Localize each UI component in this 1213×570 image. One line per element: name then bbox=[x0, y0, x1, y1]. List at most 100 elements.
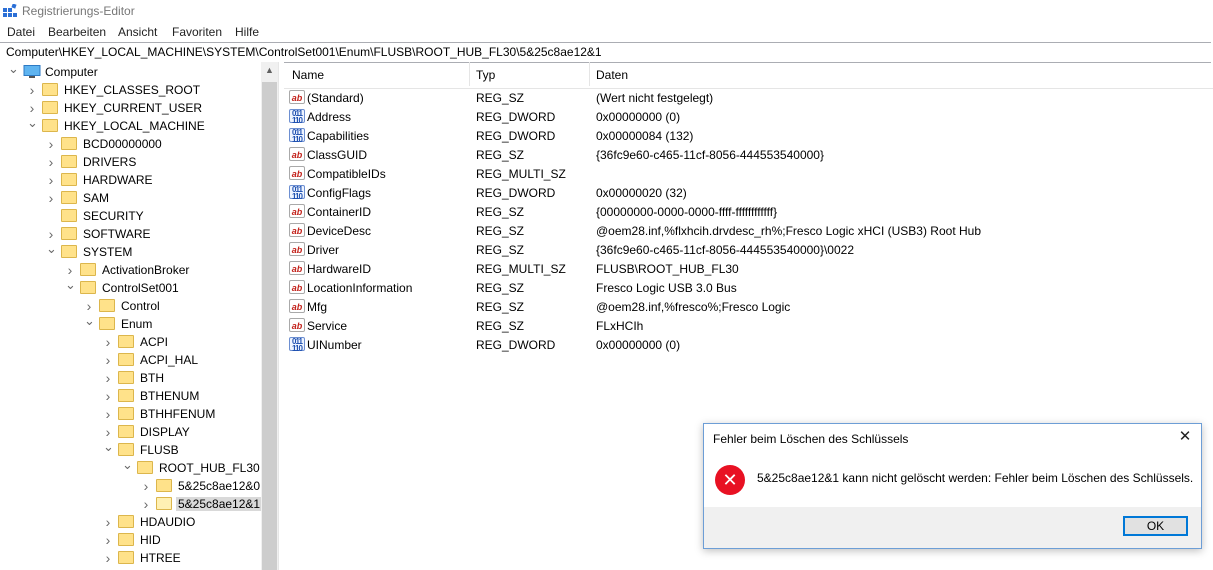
tree-item-label: Enum bbox=[121, 317, 153, 331]
chevron-right-icon[interactable]: › bbox=[141, 495, 151, 513]
tree-item[interactable]: ⌄ Enum bbox=[0, 314, 261, 333]
key-tree[interactable]: ⌄ Computer › HKEY_CLASSES_ROOT › HKEY_CURRENT… bbox=[0, 62, 261, 570]
chevron-right-icon[interactable]: › bbox=[27, 81, 37, 99]
tree-scrollbar[interactable]: ▲ bbox=[261, 62, 278, 570]
tree-item[interactable]: › HKEY_CURRENT_USER bbox=[0, 99, 261, 117]
tree-item[interactable]: › HKEY_CLASSES_ROOT bbox=[0, 81, 261, 99]
scroll-up-arrow-icon[interactable]: ▲ bbox=[261, 62, 278, 79]
tree-item[interactable]: › 5&25c8ae12&0 bbox=[0, 477, 261, 495]
menu-ansicht[interactable]: Ansicht bbox=[118, 25, 157, 39]
chevron-right-icon[interactable]: › bbox=[46, 171, 56, 189]
chevron-right-icon[interactable]: › bbox=[103, 549, 113, 567]
chevron-right-icon[interactable]: › bbox=[103, 351, 113, 369]
tree-item-label: HARDWARE bbox=[83, 173, 153, 187]
value-row[interactable]: 011 110 ConfigFlags REG_DWORD 0x00000020 (32… bbox=[284, 183, 1213, 202]
tree-item[interactable]: › HTREE bbox=[0, 549, 261, 567]
address-path[interactable]: Computer\HKEY_LOCAL_MACHINE\SYSTEM\Contr… bbox=[6, 45, 602, 59]
string-value-icon: ab bbox=[289, 223, 305, 237]
binary-value-icon: 011 110 bbox=[289, 337, 305, 353]
chevron-right-icon[interactable]: › bbox=[141, 477, 151, 495]
tree-item-label: 5&25c8ae12&1 bbox=[176, 497, 261, 511]
value-type: REG_MULTI_SZ bbox=[476, 262, 566, 276]
value-row[interactable]: ab Mfg REG_SZ @oem28.inf,%fresco%;Fresco Lo… bbox=[284, 297, 1213, 316]
tree-item-label: HTREE bbox=[140, 551, 181, 565]
chevron-down-icon[interactable]: ⌄ bbox=[65, 278, 76, 297]
menu-bearbeiten[interactable]: Bearbeiten bbox=[48, 25, 106, 39]
tree-item[interactable]: ⌄ ControlSet001 bbox=[0, 278, 261, 297]
folder-icon bbox=[99, 317, 115, 330]
column-divider[interactable] bbox=[469, 62, 470, 86]
chevron-right-icon[interactable]: › bbox=[103, 513, 113, 531]
chevron-right-icon[interactable]: › bbox=[103, 405, 113, 423]
string-value-icon: ab bbox=[289, 90, 305, 104]
value-row[interactable]: 011 110 UINumber REG_DWORD 0x00000000 (0) bbox=[284, 335, 1213, 354]
tree-item[interactable]: › HID bbox=[0, 531, 261, 549]
value-type: REG_SZ bbox=[476, 91, 525, 105]
chevron-down-icon[interactable]: ⌄ bbox=[8, 62, 19, 81]
close-icon[interactable]: ✕ bbox=[1176, 428, 1194, 446]
string-value-icon: ab bbox=[289, 299, 305, 313]
column-type[interactable]: Typ bbox=[476, 68, 495, 82]
tree-item[interactable]: › ACPI bbox=[0, 333, 261, 351]
chevron-right-icon[interactable]: › bbox=[103, 369, 113, 387]
value-row[interactable]: ab HardwareID REG_MULTI_SZ FLUSB\ROOT_HUB_F… bbox=[284, 259, 1213, 278]
menu-hilfe[interactable]: Hilfe bbox=[235, 25, 259, 39]
address-bar[interactable]: Computer\HKEY_LOCAL_MACHINE\SYSTEM\Contr… bbox=[0, 42, 1211, 63]
tree-item[interactable]: › BTHHFENUM bbox=[0, 405, 261, 423]
value-row[interactable]: ab ClassGUID REG_SZ {36fc9e60-c465-11cf-805… bbox=[284, 145, 1213, 164]
value-row[interactable]: 011 110 Capabilities REG_DWORD 0x00000084 (1… bbox=[284, 126, 1213, 145]
ok-button[interactable]: OK bbox=[1123, 516, 1188, 536]
tree-item[interactable]: ⌄ ROOT_HUB_FL30 bbox=[0, 458, 261, 477]
menu-datei[interactable]: Datei bbox=[7, 25, 35, 39]
scroll-thumb[interactable] bbox=[262, 82, 277, 570]
value-row[interactable]: ab Service REG_SZ FLxHCIh bbox=[284, 316, 1213, 335]
folder-icon bbox=[61, 227, 77, 240]
tree-item[interactable]: › ActivationBroker bbox=[0, 261, 261, 279]
value-data: FLxHCIh bbox=[596, 319, 644, 333]
chevron-right-icon[interactable]: › bbox=[46, 135, 56, 153]
tree-item[interactable]: › BTH bbox=[0, 369, 261, 387]
chevron-down-icon[interactable]: ⌄ bbox=[27, 116, 38, 135]
value-row[interactable]: ab DeviceDesc REG_SZ @oem28.inf,%flxhcih.dr… bbox=[284, 221, 1213, 240]
tree-item[interactable]: SECURITY bbox=[0, 207, 261, 225]
value-row[interactable]: 011 110 Address REG_DWORD 0x00000000 (0) bbox=[284, 107, 1213, 126]
menu-favoriten[interactable]: Favoriten bbox=[172, 25, 222, 39]
dialog-message: 5&25c8ae12&1 kann nicht gelöscht werden:… bbox=[757, 471, 1194, 485]
chevron-down-icon[interactable]: ⌄ bbox=[84, 314, 95, 333]
chevron-down-icon[interactable]: ⌄ bbox=[122, 458, 133, 477]
value-row[interactable]: ab CompatibleIDs REG_MULTI_SZ bbox=[284, 164, 1213, 183]
tree-item[interactable]: › SOFTWARE bbox=[0, 225, 261, 243]
chevron-right-icon[interactable]: › bbox=[103, 333, 113, 351]
tree-item[interactable]: › BTHENUM bbox=[0, 387, 261, 405]
tree-item[interactable]: › SAM bbox=[0, 189, 261, 207]
tree-item[interactable]: ⌄ SYSTEM bbox=[0, 242, 261, 261]
value-row[interactable]: ab (Standard) REG_SZ (Wert nicht festgelegt… bbox=[284, 88, 1213, 107]
column-name[interactable]: Name bbox=[292, 68, 324, 82]
tree-item[interactable]: › DISPLAY bbox=[0, 423, 261, 441]
value-row[interactable]: ab LocationInformation REG_SZ Fresco Logic … bbox=[284, 278, 1213, 297]
tree-item[interactable]: ⌄ Computer bbox=[0, 62, 261, 81]
tree-item[interactable]: › Control bbox=[0, 297, 261, 315]
column-divider[interactable] bbox=[589, 62, 590, 86]
tree-item[interactable]: ⌄ HKEY_LOCAL_MACHINE bbox=[0, 116, 261, 135]
value-data: 0x00000000 (0) bbox=[596, 110, 681, 124]
chevron-right-icon[interactable]: › bbox=[103, 531, 113, 549]
tree-item[interactable]: › 5&25c8ae12&1 bbox=[0, 495, 261, 513]
value-row[interactable]: ab ContainerID REG_SZ {00000000-0000-0000-f… bbox=[284, 202, 1213, 221]
chevron-down-icon[interactable]: ⌄ bbox=[46, 242, 57, 261]
folder-icon bbox=[118, 389, 134, 402]
chevron-right-icon[interactable]: › bbox=[103, 387, 113, 405]
tree-item[interactable]: › BCD00000000 bbox=[0, 135, 261, 153]
tree-item[interactable]: › HARDWARE bbox=[0, 171, 261, 189]
tree-item[interactable]: › ACPI_HAL bbox=[0, 351, 261, 369]
tree-item[interactable]: › DRIVERS bbox=[0, 153, 261, 171]
folder-icon bbox=[61, 245, 77, 258]
tree-item[interactable]: › HDAUDIO bbox=[0, 513, 261, 531]
value-data: {00000000-0000-0000-ffff-ffffffffffff} bbox=[596, 205, 778, 219]
value-row[interactable]: ab Driver REG_SZ {36fc9e60-c465-11cf-8056-4… bbox=[284, 240, 1213, 259]
chevron-right-icon[interactable]: › bbox=[46, 153, 56, 171]
value-name: LocationInformation bbox=[307, 281, 413, 295]
chevron-down-icon[interactable]: ⌄ bbox=[103, 440, 114, 459]
chevron-right-icon[interactable]: › bbox=[46, 189, 56, 207]
column-data[interactable]: Daten bbox=[596, 68, 628, 82]
